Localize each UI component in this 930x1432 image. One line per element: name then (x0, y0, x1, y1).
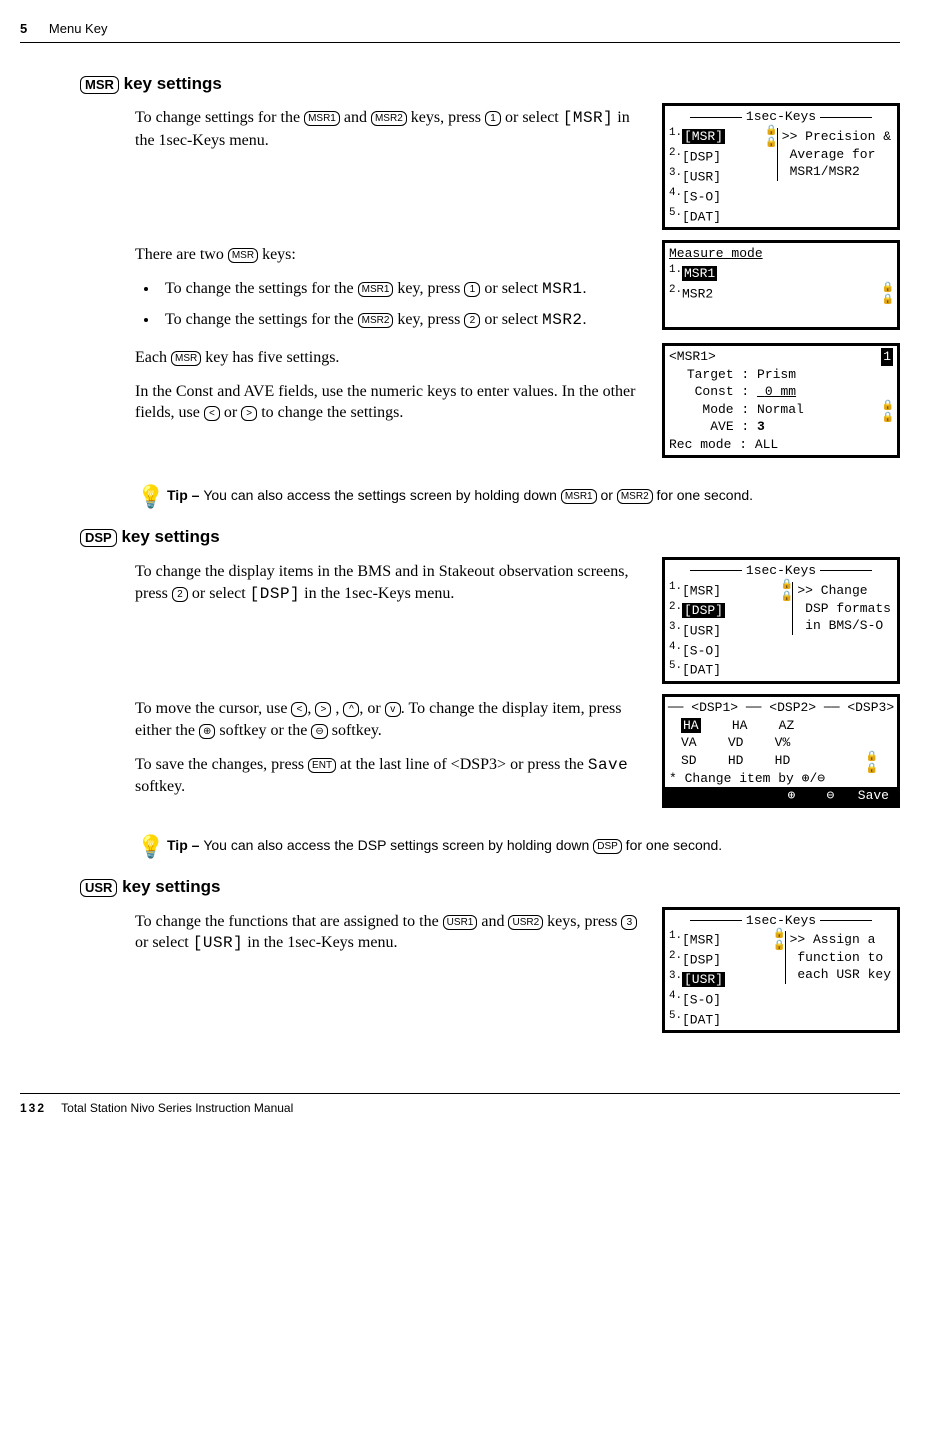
lcd-measure-mode: Measure mode 1.MSR1 2.MSR2 🔒🔒 (662, 240, 900, 330)
lock-icon: 🔒🔒 (781, 580, 792, 604)
lcd-1sec-keys-usr: 1sec-Keys >> Assign a function to each U… (662, 907, 900, 1034)
page-header: 5 Menu Key (20, 20, 900, 43)
tip-msr: 💡 Tip – You can also access the settings… (135, 486, 900, 508)
section-dsp-body: 1sec-Keys >> Change DSP formats in BMS/S… (135, 557, 900, 817)
chapter-number: 5 (20, 21, 27, 36)
tip-icon: 💡 (135, 836, 167, 858)
section-msr-body: 1sec-Keys >> Precision & Average for MSR… (135, 103, 900, 468)
lock-icon: 🔒🔒 (765, 126, 776, 150)
chapter-title: Menu Key (49, 21, 108, 36)
lock-icon: 🔒🔒 (882, 283, 893, 307)
dsp-key-label: DSP (80, 529, 117, 547)
lcd-1sec-keys-dsp: 1sec-Keys >> Change DSP formats in BMS/S… (662, 557, 900, 684)
tip-dsp: 💡 Tip – You can also access the DSP sett… (135, 836, 900, 858)
manual-title: Total Station Nivo Series Instruction Ma… (61, 1101, 293, 1115)
lcd-msr1-settings: <MSR1>1 Target : Prism Const : 0 mm Mode… (662, 343, 900, 458)
usr-key-label: USR (80, 879, 117, 897)
lcd-dsp-formats: ── <DSP1> ── <DSP2> ── <DSP3> HA HA AZ V… (662, 694, 900, 807)
page-footer: 132 Total Station Nivo Series Instructio… (20, 1093, 900, 1116)
lock-icon: 🔒🔒 (866, 752, 877, 776)
msr-key-label: MSR (80, 76, 119, 94)
section-usr-heading: USR key settings (80, 876, 900, 899)
lock-icon: 🔒🔒 (882, 401, 893, 425)
lock-icon: 🔒🔒 (773, 929, 784, 953)
tip-icon: 💡 (135, 486, 167, 508)
section-msr-heading: MSR key settings (80, 73, 900, 96)
section-usr-body: 1sec-Keys >> Assign a function to each U… (135, 907, 900, 1044)
lcd-1sec-keys-msr: 1sec-Keys >> Precision & Average for MSR… (662, 103, 900, 230)
page-number: 132 (20, 1101, 46, 1115)
section-dsp-heading: DSP key settings (80, 526, 900, 549)
